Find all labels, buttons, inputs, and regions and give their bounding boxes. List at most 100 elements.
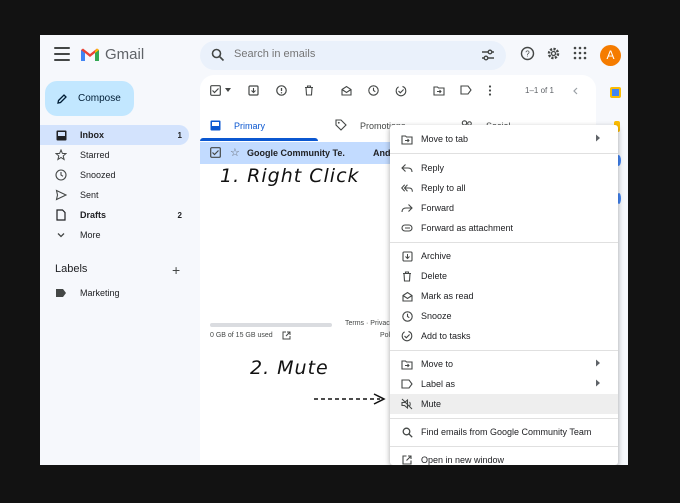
trash-icon[interactable] [304, 85, 314, 96]
menu-item-delete[interactable]: Delete [390, 266, 618, 286]
labels-heading: Labels [55, 263, 88, 275]
mail-open-icon[interactable] [341, 85, 352, 96]
row-checkbox-icon[interactable] [210, 147, 221, 158]
storage-bar [210, 323, 332, 327]
app-name: Gmail [105, 46, 145, 63]
gmail-logo[interactable]: Gmail [80, 46, 144, 63]
menu-item-label: Move to tab [421, 134, 469, 144]
submenu-arrow-icon [596, 379, 600, 387]
avatar[interactable]: A [600, 45, 621, 66]
menu-item-snooze[interactable]: Snooze [390, 306, 618, 326]
menu-item-label: Reply to all [421, 183, 466, 193]
sidebar-item-inbox[interactable]: Inbox 1 [40, 125, 189, 145]
pencil-icon [57, 93, 67, 104]
menu-item-label: Forward as attachment [421, 223, 514, 233]
unread-count: 1 [177, 130, 182, 140]
reply-all-icon [401, 182, 413, 194]
menu-separator [390, 350, 618, 351]
menu-item-label-as[interactable]: Label as [390, 374, 618, 394]
menu-item-mute[interactable]: Mute [390, 394, 618, 414]
menu-item-label: Find emails from Google Community Team [421, 427, 592, 437]
menu-item-mark-as-read[interactable]: Mark as read [390, 286, 618, 306]
menu-item-forward[interactable]: Forward [390, 198, 618, 218]
report-spam-icon[interactable] [276, 85, 287, 96]
gmail-window: Gmail ? A Compose Inbox 1 Starred Snooze… [40, 35, 628, 465]
mail-open-icon [401, 290, 413, 302]
select-dropdown-icon[interactable] [225, 88, 231, 93]
clock-icon [55, 169, 67, 181]
archive-icon[interactable] [248, 85, 259, 96]
sidebar-item-snoozed[interactable]: Snoozed [40, 165, 189, 185]
menu-separator [390, 242, 618, 243]
sidebar-item-drafts[interactable]: Drafts 2 [40, 205, 189, 225]
menu-item-label: Snooze [421, 311, 452, 321]
menu-item-reply[interactable]: Reply [390, 158, 618, 178]
select-checkbox-icon[interactable] [210, 85, 221, 96]
menu-item-label: Open in new window [421, 455, 505, 465]
draft-count: 2 [177, 210, 182, 220]
menu-item-open-in-new-window[interactable]: Open in new window [390, 450, 618, 465]
compose-label: Compose [78, 93, 121, 104]
menu-item-reply-all[interactable]: Reply to all [390, 178, 618, 198]
menu-item-label: Label as [421, 379, 456, 389]
menu-item-label: Mark as read [421, 291, 474, 301]
add-label-button[interactable]: + [172, 262, 180, 278]
menu-item-archive[interactable]: Archive [390, 246, 618, 266]
search-icon [401, 426, 413, 438]
label-icon[interactable] [460, 85, 472, 95]
sidebar-item-label: Inbox [80, 130, 104, 140]
search-input[interactable] [234, 48, 464, 60]
menu-item-move-to[interactable]: Move to [390, 354, 618, 374]
clock-icon [401, 310, 413, 322]
label-icon [401, 378, 413, 390]
search-bar[interactable] [200, 41, 506, 70]
menu-item-label: Add to tasks [421, 331, 471, 341]
main-menu-button[interactable] [54, 47, 70, 61]
send-icon [55, 189, 67, 201]
move-to-icon [401, 358, 413, 370]
more-vertical-icon[interactable] [488, 85, 492, 96]
inbox-icon [210, 120, 221, 133]
menu-item-label: Archive [421, 251, 452, 261]
clock-icon[interactable] [368, 85, 379, 96]
label-icon [55, 287, 67, 299]
pagination-text: 1–1 of 1 [525, 86, 554, 95]
gear-icon[interactable] [546, 46, 561, 61]
open-storage-icon[interactable] [282, 331, 291, 340]
tag-icon [335, 119, 347, 133]
move-to-tab-icon [401, 133, 413, 145]
email-subject: And [373, 148, 391, 158]
storage-usage: 0 GB of 15 GB used [210, 332, 273, 339]
sidebar-item-starred[interactable]: Starred [40, 145, 189, 165]
search-icon[interactable] [211, 48, 225, 62]
help-icon[interactable]: ? [520, 46, 535, 61]
menu-item-add-to-tasks[interactable]: Add to tasks [390, 326, 618, 346]
sidebar-item-label: More [80, 230, 101, 240]
tab-label: Primary [234, 121, 265, 131]
tab-primary[interactable]: Primary [210, 113, 265, 139]
sidebar-label-marketing[interactable]: Marketing [40, 283, 189, 303]
calendar-icon[interactable] [610, 87, 621, 98]
star-icon [55, 149, 67, 161]
star-icon[interactable]: ☆ [230, 146, 240, 159]
sidebar-item-sent[interactable]: Sent [40, 185, 189, 205]
sidebar-item-more[interactable]: More [40, 225, 189, 245]
menu-item-forward-as-attachment[interactable]: Forward as attachment [390, 218, 618, 238]
active-tab-indicator [200, 138, 318, 141]
mute-icon [401, 398, 413, 410]
menu-item-find-emails-from[interactable]: Find emails from Google Community Team [390, 422, 618, 442]
apps-grid-icon[interactable] [573, 46, 587, 60]
menu-item-move-to-tab[interactable]: Move to tab [390, 129, 618, 149]
chevron-left-icon[interactable] [572, 87, 578, 95]
annotation-step-1: 1. Right Click [220, 165, 360, 187]
terms-privacy-link[interactable]: Terms · Privac [345, 320, 390, 327]
svg-text:?: ? [525, 50, 530, 59]
add-task-icon[interactable] [395, 85, 407, 97]
sidebar-item-label: Starred [80, 150, 110, 160]
compose-button[interactable]: Compose [45, 81, 134, 116]
sidebar-item-label: Marketing [80, 288, 120, 298]
menu-item-label: Forward [421, 203, 455, 213]
search-options-icon[interactable] [481, 48, 495, 62]
move-to-icon[interactable] [433, 85, 445, 96]
menu-item-label: Move to [421, 359, 454, 369]
